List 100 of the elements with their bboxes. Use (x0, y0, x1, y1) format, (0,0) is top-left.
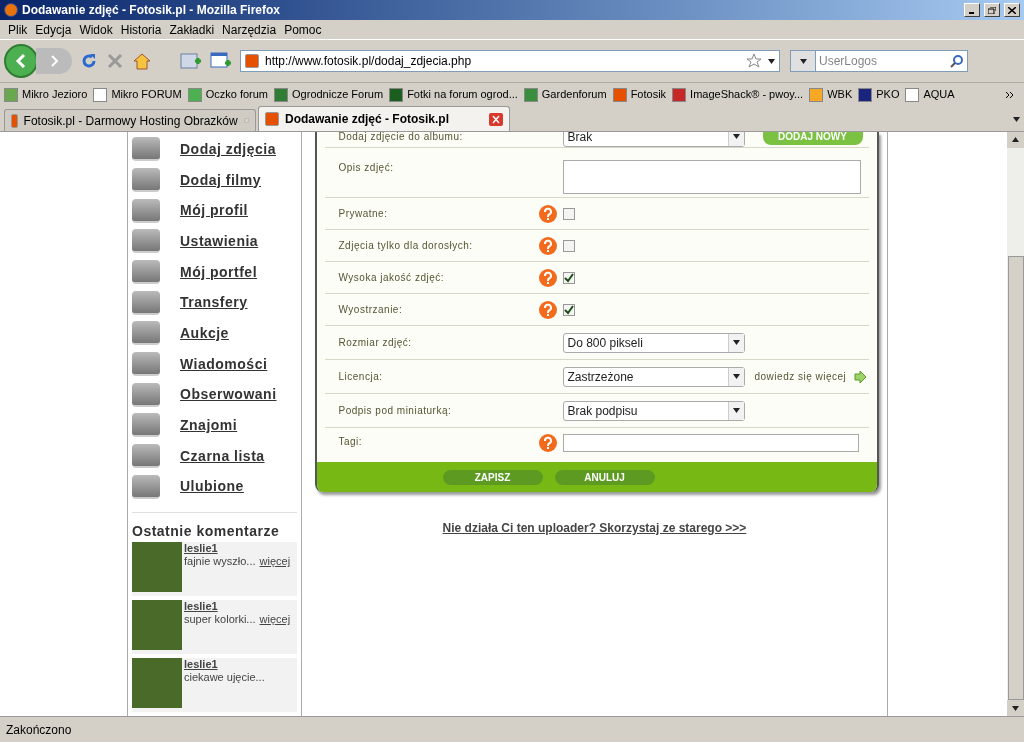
menu-icon (132, 321, 160, 346)
bookmark-item[interactable]: Mikro FORUM (111, 86, 182, 103)
checkbox[interactable] (562, 271, 575, 284)
bookmark-item[interactable]: WBK (827, 86, 853, 103)
new-window-icon[interactable] (210, 51, 232, 71)
description-field[interactable] (562, 160, 861, 194)
caret-icon (732, 340, 740, 345)
checkbox[interactable] (562, 207, 575, 220)
menu-item[interactable]: Edycja (31, 20, 76, 39)
help-icon[interactable] (538, 300, 557, 319)
help-icon[interactable] (538, 434, 557, 452)
comment-text: fajnie wyszło... (184, 555, 256, 569)
bookmark-item[interactable]: Fotki na forum ogrod... (407, 86, 518, 103)
comment-user-link[interactable]: leslie1 (184, 600, 291, 614)
back-button[interactable] (4, 44, 38, 78)
menu-item[interactable]: Narzędzia (218, 20, 281, 39)
tab-favicon-icon (11, 113, 18, 128)
bookmark-item[interactable]: Oczko forum (205, 86, 269, 103)
sidebar-link[interactable]: Dodaj filmy (180, 169, 261, 191)
close-tab-icon[interactable] (489, 112, 503, 126)
chevron-icon[interactable] (1005, 90, 1014, 99)
dropdown-button[interactable] (727, 367, 744, 386)
bookmark-item[interactable]: Fotosik (630, 86, 667, 103)
sidebar-link[interactable]: Czarna lista (180, 445, 265, 467)
sidebar-link[interactable]: Znajomi (180, 414, 238, 436)
star-icon[interactable] (746, 53, 762, 69)
down-arrow-icon (1012, 705, 1019, 711)
window-title: Dodawanie zdjęć - Fotosik.pl - Mozilla Firefox (22, 2, 282, 19)
help-icon[interactable] (538, 268, 557, 287)
scrollbar[interactable] (1007, 132, 1024, 716)
menu-icon (132, 198, 160, 223)
minimize-button[interactable] (964, 3, 980, 17)
field-label: Prywatne: (338, 207, 389, 221)
dropdown-arrow-icon (768, 58, 775, 64)
checkbox[interactable] (562, 239, 575, 252)
caret-icon (732, 408, 740, 413)
search-engine-button[interactable] (790, 50, 816, 72)
tab-list-icon (1013, 117, 1020, 122)
bookmark-item[interactable]: Ogrodnicze Forum (292, 86, 384, 103)
search-field[interactable]: UserLogos (816, 50, 968, 72)
old-uploader-link[interactable]: Nie działa Ci ten uploader? Skorzystaj ze starego >>> (442, 519, 747, 537)
bookmark-item[interactable]: AQUA (923, 86, 955, 103)
menu-icon (132, 137, 160, 162)
sidebar-link[interactable]: Dodaj zdjęcia (180, 138, 276, 160)
menu-item[interactable]: Pomoc (280, 20, 326, 39)
menu-icon (132, 444, 160, 469)
sidebar-link[interactable]: Obserwowani (180, 384, 277, 406)
sidebar-link[interactable]: Wiadomości (180, 353, 268, 375)
scroll-thumb[interactable] (1007, 255, 1024, 701)
close-button[interactable] (1004, 3, 1020, 17)
checkmark-icon (563, 304, 574, 315)
tab-favicon-icon (265, 112, 279, 126)
comment-user-link[interactable]: leslie1 (184, 658, 265, 672)
select-dropdown[interactable]: Do 800 pikseli (562, 332, 745, 353)
dropdown-button[interactable] (727, 401, 744, 420)
learn-more-link[interactable]: dowiedz się więcej (754, 369, 847, 384)
select-dropdown[interactable]: Brak (562, 132, 745, 147)
menu-item[interactable]: Widok (75, 20, 117, 39)
bookmark-item[interactable]: PKO (876, 86, 900, 103)
menu-icon (132, 474, 160, 499)
caret-icon (732, 374, 740, 379)
sidebar-link[interactable]: Transfery (180, 292, 248, 314)
checkbox[interactable] (562, 303, 575, 316)
help-icon[interactable] (538, 204, 557, 223)
sidebar-link[interactable]: Mój profil (180, 200, 248, 222)
sidebar-link[interactable]: Ulubione (180, 476, 244, 498)
sidebar-link[interactable]: Mój portfel (180, 261, 258, 283)
help-icon[interactable] (538, 236, 557, 255)
menu-item[interactable]: Historia (116, 20, 166, 39)
maximize-button[interactable] (984, 3, 1000, 17)
menu-icon (132, 168, 160, 192)
reload-icon[interactable] (80, 52, 98, 70)
arrow-right-icon (854, 370, 867, 383)
menu-item[interactable]: Plik (4, 20, 32, 39)
tags-field[interactable] (562, 434, 859, 452)
browser-tab[interactable]: Dodawanie zdjęć - Fotosik.pl (258, 106, 510, 131)
bookmark-item[interactable]: ImageShack® - pwoy... (690, 86, 804, 103)
select-dropdown[interactable]: Zastrzeżone (562, 366, 745, 387)
up-arrow-icon (1012, 137, 1019, 143)
home-icon[interactable] (132, 52, 152, 70)
photo-placeholder (132, 600, 182, 651)
scroll-up-button[interactable] (1007, 132, 1024, 148)
menu-item[interactable]: Zakładki (165, 20, 219, 39)
select-dropdown[interactable]: Brak podpisu (562, 400, 745, 421)
sidebar-link[interactable]: Aukcje (180, 322, 229, 344)
stop-icon[interactable] (106, 52, 124, 70)
more-link[interactable]: więcej (259, 555, 291, 569)
bookmark-item[interactable]: Gardenforum (541, 86, 607, 103)
browser-tab[interactable]: Fotosik.pl - Darmowy Hosting Obrazków (4, 109, 256, 131)
comment-user-link[interactable]: leslie1 (184, 542, 291, 556)
address-bar[interactable]: http://www.fotosik.pl/dodaj_zdjecia.php (240, 50, 780, 72)
dropdown-button[interactable] (727, 132, 744, 146)
bookmark-item[interactable]: Mikro Jezioro (22, 86, 88, 103)
field-label: Licencja: (338, 370, 384, 384)
status-text: Zakończono (6, 721, 72, 739)
sidebar-link[interactable]: Ustawienia (180, 230, 259, 252)
field-label: Zdjęcia tylko dla dorosłych: (338, 239, 474, 253)
dropdown-button[interactable] (727, 333, 744, 352)
more-link[interactable]: więcej (259, 613, 291, 627)
scroll-down-button[interactable] (1007, 700, 1024, 716)
